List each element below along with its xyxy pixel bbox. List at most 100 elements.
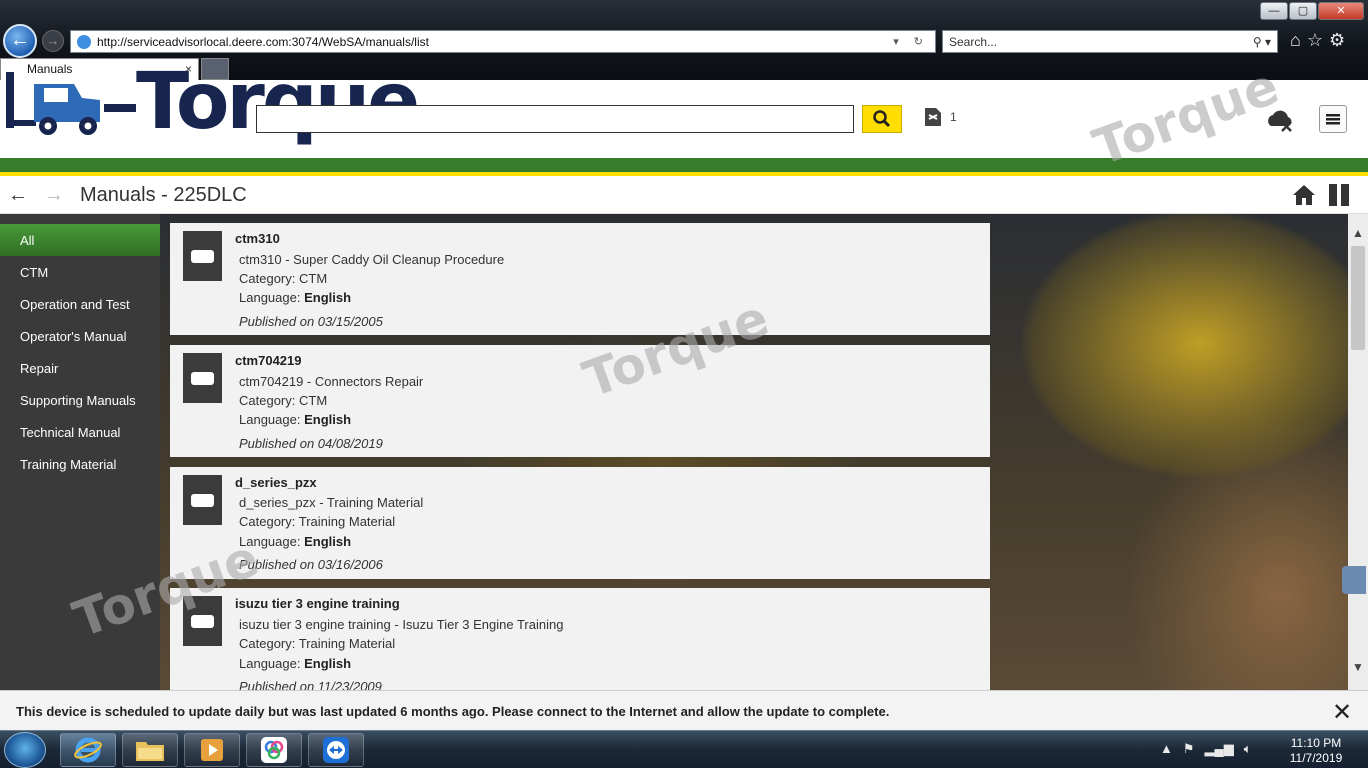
taskbar-clock[interactable]: 11:10 PM 11/7/2019 — [1286, 736, 1346, 766]
breadcrumb: ← → Manuals - 225DLC — [0, 176, 1368, 214]
manual-search-input[interactable] — [256, 105, 854, 133]
browser-back-button[interactable]: ← — [3, 24, 37, 58]
manual-id[interactable]: ctm310 — [235, 231, 280, 246]
browser-forward-button[interactable]: → — [42, 30, 64, 52]
sidebar-item-ctm[interactable]: CTM — [0, 256, 160, 288]
manual-published: Published on 11/23/2009 — [239, 679, 382, 690]
language-label: Language: — [239, 290, 301, 305]
ie-page-icon — [77, 34, 91, 49]
close-window-button[interactable]: ✕ — [1318, 2, 1364, 20]
back-arrow-icon[interactable]: ← — [8, 184, 28, 207]
manual-document-icon — [183, 353, 222, 403]
sidebar-item-operation-and-test[interactable]: Operation and Test — [0, 288, 160, 320]
scroll-up-icon[interactable]: ▲ — [1352, 226, 1364, 240]
category-label: Category: — [239, 393, 296, 408]
sidebar-item-operators-manual[interactable]: Operator's Manual — [0, 320, 160, 352]
manual-card[interactable]: d_series_pzx d_series_pzx - Training Mat… — [170, 467, 990, 579]
folder-icon — [136, 742, 164, 761]
browser-search-placeholder: Search... — [949, 34, 998, 49]
maximize-button[interactable]: ▢ — [1289, 2, 1317, 20]
scroll-thumb[interactable] — [1351, 246, 1365, 350]
manual-published: Published on 03/16/2006 — [239, 557, 383, 572]
manual-description: ctm310 - Super Caddy Oil Cleanup Procedu… — [239, 252, 505, 267]
manual-id[interactable]: isuzu tier 3 engine training — [235, 596, 400, 611]
language-value: English — [304, 534, 352, 549]
manual-card[interactable]: ctm704219 ctm704219 - Connectors Repair … — [170, 345, 990, 457]
taskbar-media-player-button[interactable] — [184, 733, 240, 767]
manual-description: d_series_pzx - Training Material — [239, 495, 424, 510]
floating-widget-icon[interactable] — [1342, 566, 1366, 594]
language-value: English — [304, 412, 352, 427]
sidebar-item-training-material[interactable]: Training Material — [0, 448, 160, 480]
system-tray: ▲ ⚑ ▂▄▆ 🔈︎ — [1160, 741, 1252, 757]
browser-search-box[interactable]: Search... ⚲ ▾ — [942, 30, 1278, 53]
scroll-down-icon[interactable]: ▼ — [1352, 660, 1364, 674]
sidebar-item-all[interactable]: All — [0, 224, 160, 256]
page-scrollbar[interactable]: ▲ ▼ — [1348, 214, 1368, 690]
media-player-icon — [201, 739, 223, 761]
notification-text: This device is scheduled to update daily… — [16, 704, 890, 719]
manual-document-icon — [183, 596, 222, 646]
manuals-list: ctm310 ctm310 - Super Caddy Oil Cleanup … — [160, 214, 1348, 690]
volume-icon[interactable]: 🔈︎ — [1244, 741, 1252, 757]
basket-count: 1 — [950, 110, 957, 124]
language-value: English — [304, 290, 352, 305]
minimize-button[interactable]: — — [1260, 2, 1288, 20]
refresh-icon[interactable]: ▾ ↻ — [893, 35, 929, 48]
manual-language: Language: English — [239, 656, 351, 671]
app-rings-icon — [261, 737, 287, 763]
taskbar-app-button[interactable] — [246, 733, 302, 767]
manual-published: Published on 04/08/2019 — [239, 436, 383, 451]
browser-toolbar-icons: ⌂ ☆ ⚙ — [1290, 30, 1345, 51]
address-bar[interactable]: http://serviceadvisorlocal.deere.com:307… — [70, 30, 936, 53]
favorites-star-icon[interactable]: ☆ — [1307, 30, 1323, 51]
manual-category: Category: CTM — [239, 271, 327, 286]
update-notification: This device is scheduled to update daily… — [0, 690, 1368, 730]
home-icon[interactable] — [1292, 183, 1316, 207]
manual-id[interactable]: ctm704219 — [235, 353, 302, 368]
sidebar-item-repair[interactable]: Repair — [0, 352, 160, 384]
taskbar-teamviewer-button[interactable] — [308, 733, 364, 767]
document-basket-icon[interactable] — [922, 106, 944, 128]
flag-icon[interactable]: ⚑ — [1183, 741, 1195, 757]
notification-close-icon[interactable]: ✕ — [1332, 698, 1352, 727]
tray-expand-icon[interactable]: ▲ — [1160, 741, 1173, 757]
network-icon[interactable]: ▂▄▆ — [1205, 741, 1234, 757]
search-icon — [873, 110, 891, 128]
search-button[interactable] — [862, 105, 902, 133]
settings-gear-icon[interactable]: ⚙ — [1329, 30, 1345, 51]
forward-arrow-icon[interactable]: → — [44, 184, 64, 207]
brand-green-stripe — [0, 158, 1368, 172]
taskbar-ie-button[interactable] — [60, 733, 116, 767]
sidebar-item-technical-manual[interactable]: Technical Manual — [0, 416, 160, 448]
clock-time: 11:10 PM — [1290, 736, 1342, 750]
hamburger-icon — [1326, 114, 1340, 125]
language-value: English — [304, 656, 352, 671]
magnifier-icon[interactable]: ⚲ ▾ — [1253, 35, 1271, 49]
manual-language: Language: English — [239, 412, 351, 427]
manual-card[interactable]: isuzu tier 3 engine training isuzu tier … — [170, 588, 990, 690]
category-value: Training Material — [298, 514, 396, 529]
category-label: Category: — [239, 636, 296, 651]
manual-card[interactable]: ctm310 ctm310 - Super Caddy Oil Cleanup … — [170, 223, 990, 335]
manual-category: Category: CTM — [239, 393, 327, 408]
pause-icon[interactable] — [1328, 184, 1350, 206]
cloud-offline-icon[interactable] — [1265, 108, 1295, 132]
teamviewer-icon — [323, 737, 349, 763]
manual-published: Published on 03/15/2005 — [239, 314, 383, 329]
manual-document-icon — [183, 475, 222, 525]
taskbar-explorer-button[interactable] — [122, 733, 178, 767]
windows-taskbar: ▲ ⚑ ▂▄▆ 🔈︎ 11:10 PM 11/7/2019 — [0, 730, 1368, 768]
sidebar-item-supporting-manuals[interactable]: Supporting Manuals — [0, 384, 160, 416]
category-label: Category: — [239, 271, 296, 286]
home-browser-icon[interactable]: ⌂ — [1290, 30, 1301, 51]
address-url[interactable]: http://serviceadvisorlocal.deere.com:307… — [97, 35, 893, 49]
manual-category: Category: Training Material — [239, 514, 395, 529]
category-label: Category: — [239, 514, 296, 529]
menu-button[interactable] — [1319, 105, 1347, 133]
manual-id[interactable]: d_series_pzx — [235, 475, 317, 490]
manual-category: Category: Training Material — [239, 636, 395, 651]
start-button[interactable] — [4, 732, 46, 768]
manual-language: Language: English — [239, 290, 351, 305]
internet-explorer-icon — [74, 737, 102, 763]
